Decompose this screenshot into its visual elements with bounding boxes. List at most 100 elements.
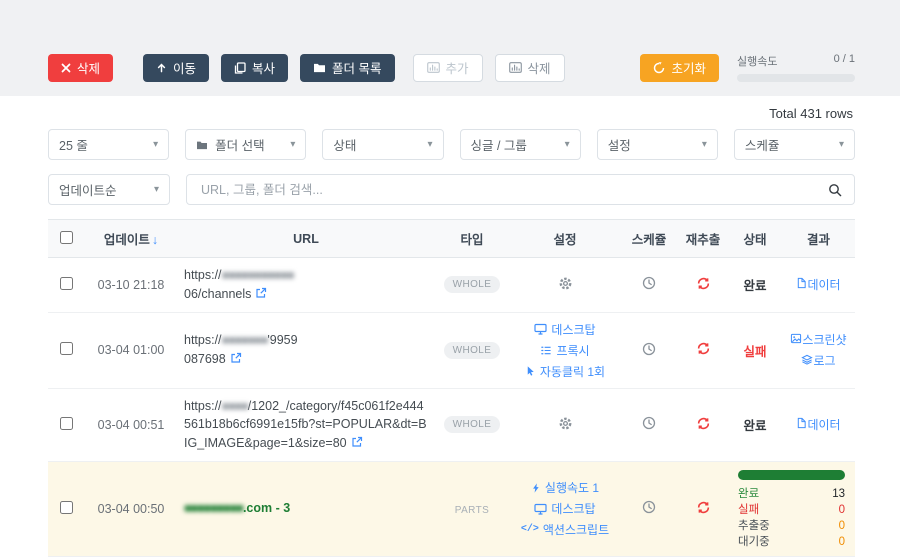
- clock-icon: [642, 416, 656, 430]
- row-checkbox[interactable]: [59, 416, 73, 430]
- move-button[interactable]: 이동: [143, 53, 210, 82]
- refresh-icon[interactable]: [696, 416, 711, 431]
- chevron-down-icon: ▾: [427, 139, 433, 150]
- external-link-icon[interactable]: [351, 436, 363, 448]
- setting-item-label: 데스크탑: [551, 502, 596, 517]
- status-badge: 실패: [743, 344, 767, 359]
- refresh-icon[interactable]: [696, 500, 711, 515]
- table-header-row: 업데이트 ↓ URL 타입 설정 스케쥴 재추출 상태 결과: [48, 219, 855, 258]
- search-input[interactable]: [199, 181, 828, 198]
- url-text: .com - 3: [242, 501, 291, 516]
- bar-chart-icon: [508, 62, 522, 73]
- chart-add-button[interactable]: 추가: [412, 53, 483, 82]
- url-text: https://: [184, 268, 222, 282]
- refresh-icon[interactable]: [696, 341, 711, 356]
- external-link-icon[interactable]: [255, 287, 267, 299]
- schedule-select-value: 스케쥴: [744, 139, 780, 153]
- sort-select[interactable]: 업데이트순 ▾: [48, 174, 170, 205]
- select-all-checkbox[interactable]: [59, 230, 73, 244]
- copy-button[interactable]: 복사: [221, 53, 289, 82]
- filter-bar: 25 줄 ▾ 폴더 선택 ▾ 상태 ▾ 싱글 / 그룹 ▾ 설정 ▾ 스케쥴 ▾: [48, 129, 856, 160]
- setting-item: 데스크탑: [534, 500, 596, 517]
- page-size-select[interactable]: 25 줄 ▾: [48, 129, 170, 160]
- header-schedule-label: 스케쥴: [631, 233, 667, 247]
- status-select-value: 상태: [333, 139, 357, 153]
- header-settings-label: 설정: [553, 233, 577, 247]
- folder-select[interactable]: 폴더 선택 ▾: [185, 129, 307, 160]
- url-text: https://: [184, 398, 222, 413]
- header-status: 상태: [728, 219, 782, 258]
- schedule-select[interactable]: 스케쥴 ▾: [733, 129, 856, 160]
- search-bar: 업데이트순 ▾: [48, 174, 855, 205]
- settings-select[interactable]: 설정 ▾: [596, 129, 718, 160]
- delete-button[interactable]: 삭제: [48, 53, 114, 82]
- delete-button-label: 삭제: [77, 62, 101, 76]
- single-group-select[interactable]: 싱글 / 그룹 ▾: [459, 129, 581, 160]
- row-progress-stats: 완료 13 실패 0 추출중 0 대기중 0: [728, 461, 855, 557]
- search-icon[interactable]: [828, 183, 842, 197]
- header-update[interactable]: 업데이트 ↓: [84, 219, 178, 258]
- url-redacted: ■■■■■■■: [221, 333, 269, 348]
- table-row: 03-04 00:51 https://■■■■/1202_/category/…: [48, 388, 855, 462]
- desktop-icon: [534, 323, 548, 335]
- status-select[interactable]: 상태 ▾: [322, 129, 444, 160]
- row-checkbox[interactable]: [59, 342, 73, 355]
- image-icon: [791, 333, 802, 344]
- row-checkbox[interactable]: [59, 276, 73, 290]
- header-reextract: 재추출: [678, 219, 728, 258]
- row-date: 03-04 00:51: [84, 388, 178, 462]
- stat-waiting: 대기중 0: [738, 534, 845, 550]
- data-link-label: 데이터: [807, 418, 841, 433]
- refresh-icon[interactable]: [696, 276, 711, 291]
- type-badge: WHOLE: [443, 416, 501, 434]
- settings-list: 실행속도 1 데스크탑 </> 액션스크립트: [516, 479, 614, 538]
- chevron-down-icon: ▾: [701, 139, 707, 150]
- document-icon: [798, 418, 807, 429]
- header-settings: 설정: [510, 219, 620, 258]
- copy-button-label: 복사: [252, 62, 276, 76]
- data-link[interactable]: 데이터: [796, 416, 841, 433]
- status-badge: 완료: [743, 279, 767, 294]
- code-icon: </>: [520, 524, 539, 536]
- status-badge: 완료: [743, 419, 767, 434]
- toolbar: 삭제 이동 복사 폴더 목록 추가 삭제 초기화 실행속도 0 / 1: [48, 53, 855, 82]
- stat-value: 0: [838, 519, 845, 532]
- page-size-value: 25 줄: [59, 139, 88, 153]
- screenshot-link[interactable]: 스크린샷: [790, 331, 847, 348]
- row-date: 03-04 01:00: [84, 312, 178, 389]
- setting-item-label: 실행속도 1: [544, 481, 600, 496]
- gear-icon[interactable]: [558, 276, 573, 291]
- progress-bar: [738, 469, 845, 480]
- row-date: 03-10 21:18: [84, 257, 178, 313]
- url-text: https://: [184, 333, 222, 348]
- select-all-header: [48, 219, 84, 258]
- external-link-icon[interactable]: [230, 352, 242, 364]
- setting-item-label: 자동클릭 1회: [539, 364, 606, 379]
- desktop-icon: [534, 503, 548, 515]
- document-icon: [798, 278, 807, 289]
- url-redacted: ■■■■■■■■■■■: [221, 268, 295, 282]
- proxy-list-icon: [541, 346, 552, 354]
- settings-select-value: 설정: [607, 139, 631, 153]
- setting-item: </> 액션스크립트: [521, 521, 609, 538]
- stat-failed: 실패 0: [738, 502, 845, 518]
- chart-delete-button[interactable]: 삭제: [494, 53, 565, 82]
- total-rows-label: Total 431 rows: [769, 106, 853, 121]
- folder-list-button[interactable]: 폴더 목록: [300, 53, 395, 82]
- gear-icon[interactable]: [558, 416, 573, 431]
- reset-icon: [654, 61, 665, 73]
- data-link[interactable]: 데이터: [796, 276, 841, 293]
- clock-icon: [642, 501, 656, 514]
- row-url: https://■■■■/1202_/category/f45c061f2e44…: [178, 388, 434, 462]
- log-link[interactable]: 로그: [801, 352, 836, 369]
- clock-icon: [642, 342, 656, 355]
- setting-item-label: 액션스크립트: [542, 523, 610, 538]
- reset-button[interactable]: 초기화: [640, 53, 719, 82]
- x-icon: [61, 63, 71, 72]
- header-type-label: 타입: [460, 233, 484, 247]
- stat-extracting: 추출중 0: [738, 518, 845, 534]
- row-checkbox[interactable]: [59, 500, 73, 514]
- bar-chart-icon: [426, 62, 440, 73]
- search-box: [186, 174, 855, 205]
- chevron-down-icon: ▾: [153, 139, 159, 150]
